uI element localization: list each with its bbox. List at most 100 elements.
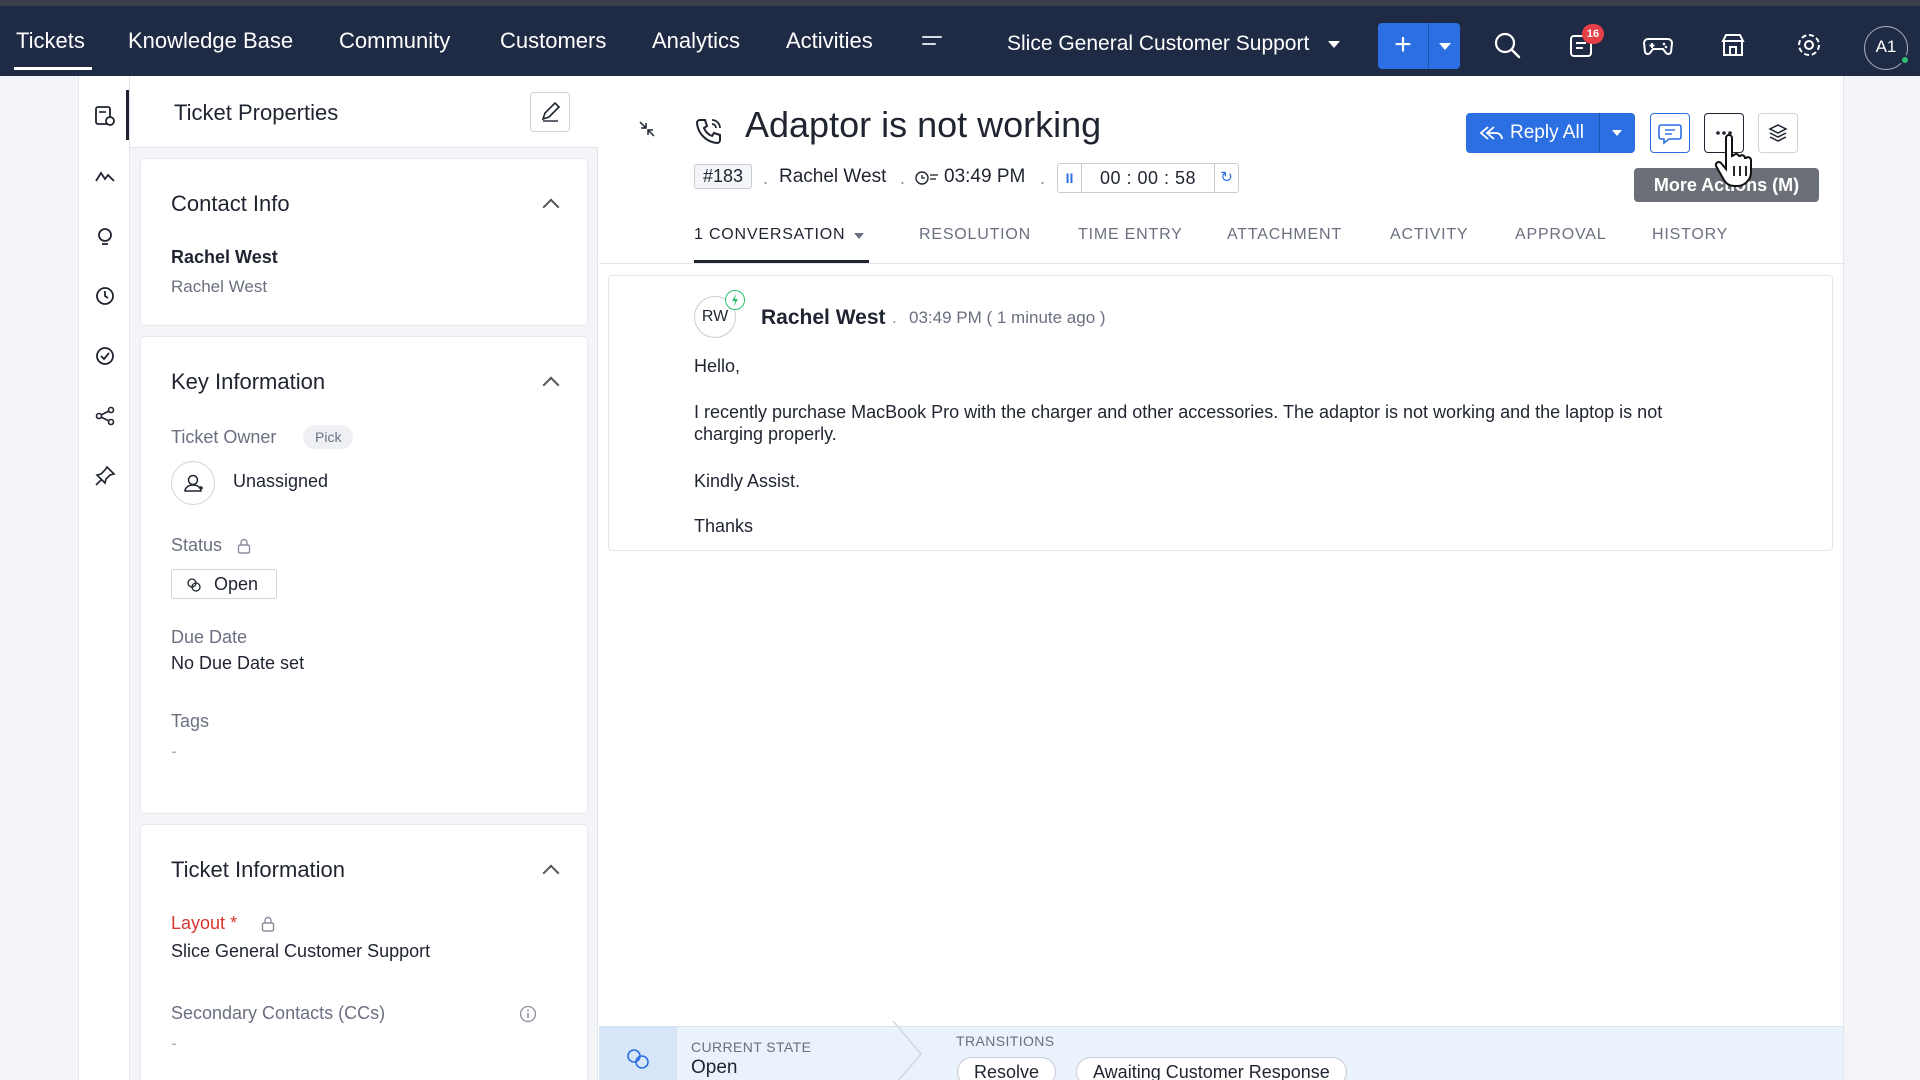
ticket-side-toolbar [78, 76, 130, 1080]
active-tab-indicator [694, 260, 869, 263]
message-time: 03:49 PM ( 1 minute ago ) [909, 308, 1106, 327]
status-label: Status [171, 535, 223, 555]
nav-tab-knowledge-base[interactable]: Knowledge Base [128, 28, 293, 54]
nav-tab-community[interactable]: Community [339, 28, 450, 54]
pin-icon[interactable] [93, 464, 117, 488]
tab-activity[interactable]: ACTIVITY [1390, 226, 1468, 244]
ticket-timer: II 00 : 00 : 58 ↻ [1057, 163, 1239, 193]
meta-separator: . [900, 168, 906, 188]
ticket-properties-panel: Ticket Properties Contact Info Rachel We… [130, 76, 598, 1080]
tab-history[interactable]: HISTORY [1652, 226, 1728, 244]
mouse-pointer-hand-icon [1712, 134, 1756, 190]
reply-options-dropdown[interactable] [1599, 113, 1635, 153]
tab-conversation[interactable]: 1 CONVERSATION [694, 226, 845, 244]
lock-icon [237, 538, 251, 554]
ticket-owner-value[interactable]: Unassigned [233, 471, 328, 492]
contact-info-card: Contact Info Rachel West Rachel West [140, 158, 588, 326]
search-icon[interactable] [1492, 30, 1524, 62]
ticket-information-card: Ticket Information Layout * Slice Genera… [140, 824, 588, 1080]
checklist-icon[interactable] [93, 344, 117, 368]
nav-tab-activities[interactable]: Activities [786, 28, 873, 54]
message-author[interactable]: Rachel West [761, 306, 886, 330]
info-icon[interactable] [519, 1005, 537, 1023]
add-new-button[interactable]: + [1378, 23, 1428, 69]
chevron-down-icon[interactable] [1328, 41, 1340, 48]
conversation-thread-item: RW Rachel West . 03:49 PM ( 1 minute ago… [608, 275, 1833, 551]
suggestions-bulb-icon[interactable] [93, 224, 117, 248]
contact-info-heading: Contact Info [171, 191, 290, 216]
ticket-information-heading: Ticket Information [171, 857, 346, 882]
current-state-value: Open [691, 1057, 738, 1078]
chevron-down-icon[interactable] [854, 233, 864, 239]
key-information-heading: Key Information [171, 369, 326, 394]
history-icon[interactable] [93, 284, 117, 308]
status-dropdown[interactable]: Open [171, 569, 277, 599]
message-line: Kindly Assist. [694, 471, 801, 491]
key-information-card: Key Information Ticket Owner Pick Unassi… [140, 336, 588, 814]
tab-resolution[interactable]: RESOLUTION [919, 226, 1031, 244]
secondary-contacts-label: Secondary Contacts (CCs) [171, 1003, 386, 1023]
current-state-label: CURRENT STATE [691, 1039, 812, 1055]
blueprint-state-bar: CURRENT STATE Open TRANSITIONS Resolve A… [599, 1021, 1843, 1080]
ticket-created-time: 03:49 PM [944, 166, 1026, 187]
marketplace-icon[interactable] [1718, 30, 1750, 62]
nav-tab-analytics[interactable]: Analytics [652, 28, 740, 54]
collapse-chevron-icon[interactable] [542, 198, 560, 216]
message-line: Hello, [694, 356, 741, 376]
reply-all-label: Reply All [1510, 122, 1584, 143]
meta-separator: . [1040, 168, 1046, 188]
collapse-view-icon[interactable] [636, 118, 658, 140]
tab-approval[interactable]: APPROVAL [1515, 226, 1606, 244]
due-date-label: Due Date [171, 627, 248, 647]
ticket-number[interactable]: #183 [694, 164, 753, 189]
meta-separator: . [763, 168, 769, 188]
department-selector[interactable]: Slice General Customer Support [1007, 32, 1309, 56]
gamification-icon[interactable] [1642, 30, 1674, 62]
more-modules-icon[interactable] [922, 36, 946, 56]
contact-name[interactable]: Rachel West [171, 247, 278, 268]
secondary-contacts-value[interactable]: - [171, 1033, 177, 1054]
notification-count-badge: 16 [1582, 24, 1604, 44]
message-line: Thanks [694, 516, 754, 536]
phone-channel-icon [692, 114, 726, 148]
transition-resolve-button[interactable]: Resolve [957, 1057, 1057, 1080]
share-icon[interactable] [93, 404, 117, 428]
ticket-contact-name[interactable]: Rachel West [779, 166, 886, 188]
sentiment-icon[interactable] [93, 164, 117, 188]
add-new-dropdown-button[interactable] [1428, 23, 1460, 69]
timer-value: 00 : 00 : 58 [1100, 168, 1197, 188]
reset-timer-icon[interactable]: ↻ [1214, 164, 1238, 192]
top-navigation: Tickets Knowledge Base Community Custome… [0, 0, 1920, 76]
tags-value[interactable]: - [171, 741, 177, 762]
edit-properties-button[interactable] [530, 92, 570, 132]
reply-all-button[interactable]: Reply All [1466, 113, 1599, 153]
transitions-label: TRANSITIONS [956, 1033, 1055, 1049]
meta-separator: . [892, 308, 897, 327]
properties-header: Ticket Properties [130, 76, 598, 148]
message-line: I recently purchase MacBook Pro with the… [694, 402, 1663, 422]
tab-time-entry[interactable]: TIME ENTRY [1078, 226, 1183, 244]
comment-button[interactable] [1650, 113, 1690, 153]
collapse-chevron-icon[interactable] [542, 864, 560, 882]
layout-label: Layout * [171, 913, 238, 933]
lock-icon [261, 916, 275, 932]
pick-owner-button[interactable]: Pick [303, 425, 354, 449]
pause-timer-button[interactable]: II [1058, 164, 1082, 192]
nav-tab-tickets[interactable]: Tickets [16, 28, 85, 54]
ticket-properties-icon[interactable] [93, 104, 117, 128]
ticket-owner-label: Ticket Owner [171, 427, 277, 447]
right-gutter [1843, 76, 1920, 1080]
layers-button[interactable] [1758, 113, 1798, 153]
created-time-icon [914, 169, 940, 187]
due-date-value[interactable]: No Due Date set [171, 653, 304, 674]
settings-gear-icon[interactable] [1794, 30, 1826, 62]
transition-awaiting-response-button[interactable]: Awaiting Customer Response [1076, 1057, 1347, 1080]
collapse-chevron-icon[interactable] [542, 376, 560, 394]
online-status-indicator [1900, 55, 1910, 65]
blueprint-icon-cell [599, 1027, 677, 1080]
nav-tab-customers[interactable]: Customers [500, 28, 606, 54]
ticket-subject: Adaptor is not working [745, 104, 1102, 145]
owner-avatar-placeholder[interactable] [171, 461, 215, 505]
tab-attachment[interactable]: ATTACHMENT [1227, 226, 1342, 244]
channel-badge-icon [725, 290, 745, 310]
